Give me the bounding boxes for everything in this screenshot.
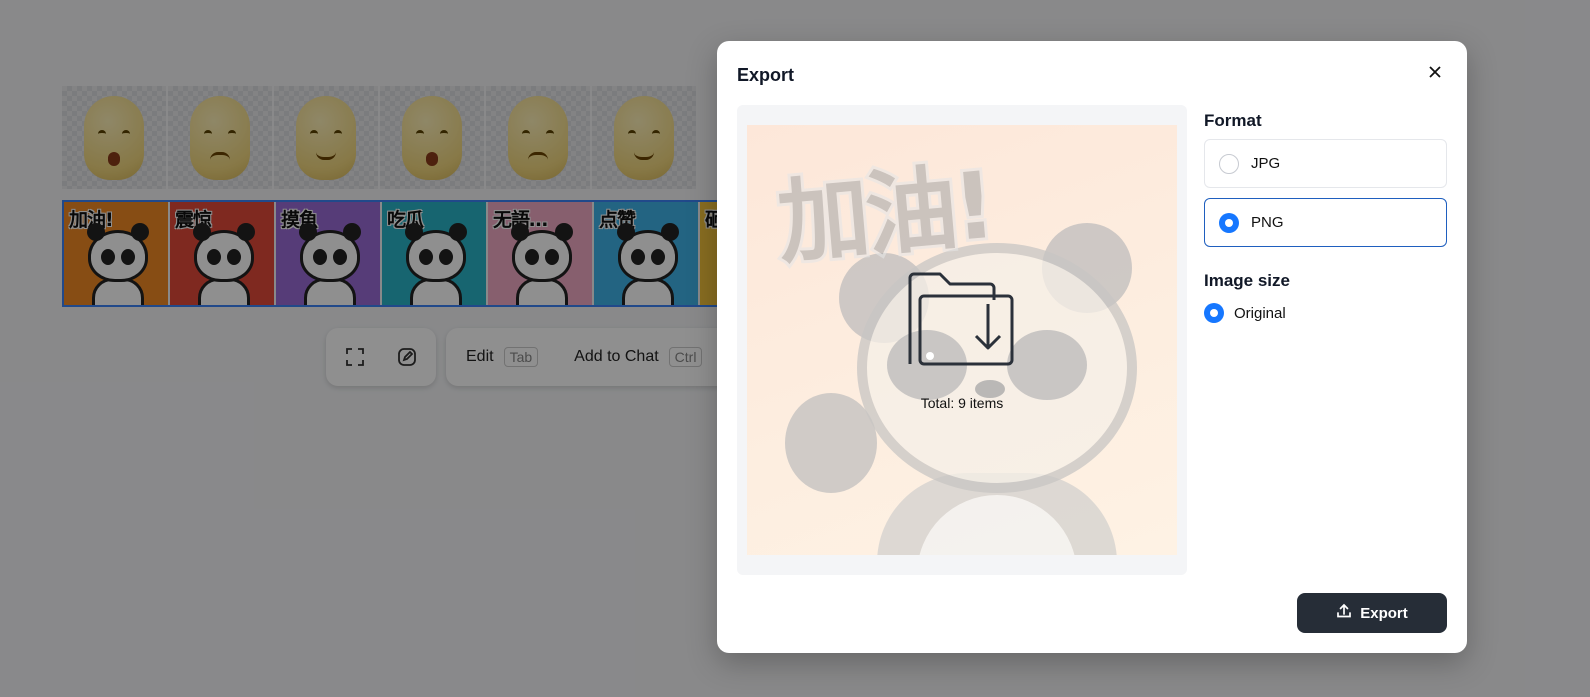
radio-jpg[interactable] [1219,153,1239,174]
format-title: Format [1204,111,1262,130]
format-option-label: PNG [1251,214,1284,231]
dialog-title: Export [737,65,795,85]
export-button-label: Export [1360,604,1408,622]
format-option-png[interactable]: PNG [1204,198,1447,247]
image-size-option-label: Original [1234,304,1286,322]
close-button[interactable] [1423,62,1447,86]
total-items-label: Total: 9 items [920,395,1004,411]
export-button[interactable]: Export [1297,593,1447,633]
close-icon [1428,65,1442,84]
upload-icon [1336,603,1352,623]
preview-image: 加油! Total: 9 items [747,125,1177,555]
export-options-panel: Format JPG PNG Image size Original [1204,105,1447,323]
radio-original[interactable] [1204,303,1224,323]
format-option-label: JPG [1251,155,1281,172]
format-option-jpg[interactable]: JPG [1204,139,1447,188]
export-preview: 加油! Total: 9 items [737,105,1187,575]
preview-sticker-text: 加油! [770,149,998,280]
image-size-title: Image size [1204,271,1290,290]
radio-png[interactable] [1219,212,1239,233]
folder-download-icon [906,270,1018,375]
image-size-option-original[interactable]: Original [1204,303,1447,323]
export-dialog: Export 加油! Total: 9 items Format JPG PNG… [717,41,1467,653]
